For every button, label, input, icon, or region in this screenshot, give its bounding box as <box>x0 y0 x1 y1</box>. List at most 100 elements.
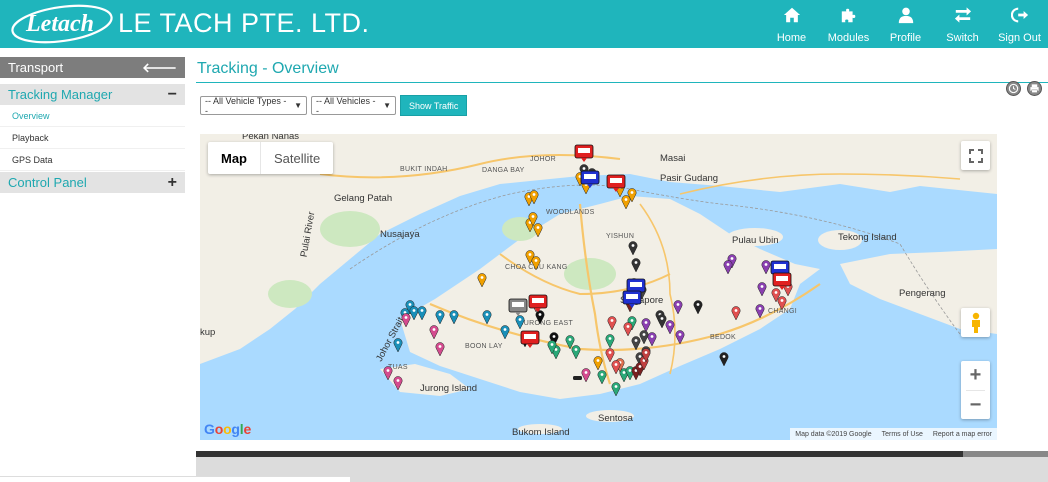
sidebar-section-label: Tracking Manager <box>8 87 113 102</box>
vehicle-pin[interactable] <box>605 348 615 363</box>
truck-icon[interactable] <box>528 294 548 312</box>
truck-icon[interactable] <box>508 298 528 316</box>
vehicle-pin[interactable] <box>611 382 621 397</box>
expand-section-icon[interactable]: + <box>168 174 177 192</box>
vehicle-pin[interactable] <box>673 300 683 315</box>
vehicle-pin[interactable] <box>393 338 403 353</box>
vehicle-select[interactable]: -- All Vehicles -- ▼ <box>311 95 396 116</box>
vehicle-type-select-value: -- All Vehicle Types -- <box>205 95 287 116</box>
vehicle-pin[interactable] <box>755 304 765 319</box>
car-icon[interactable] <box>573 376 582 380</box>
vehicle-pin[interactable] <box>449 310 459 325</box>
sidebar-item-gps-data[interactable]: GPS Data <box>0 149 185 171</box>
nav-sign-out-label: Sign Out <box>998 32 1041 44</box>
print-button[interactable] <box>1027 81 1042 96</box>
vehicle-pin[interactable] <box>383 366 393 381</box>
vehicle-pin[interactable] <box>639 330 649 345</box>
nav-switch[interactable]: Switch <box>934 0 991 48</box>
vehicle-pin[interactable] <box>435 342 445 357</box>
nav-modules[interactable]: Modules <box>820 0 877 48</box>
vehicle-pin[interactable] <box>723 260 733 275</box>
vehicle-pin[interactable] <box>693 300 703 315</box>
vehicle-pin[interactable] <box>581 368 591 383</box>
zoom-in-button[interactable]: + <box>961 361 990 390</box>
vehicle-pin[interactable] <box>761 260 771 275</box>
vehicle-pin[interactable] <box>719 352 729 367</box>
vehicle-pin[interactable] <box>621 195 631 210</box>
vehicle-pin[interactable] <box>435 310 445 325</box>
truck-icon[interactable] <box>574 144 594 162</box>
sidebar-header: Transport 🡐 <box>0 57 185 78</box>
vehicle-pin[interactable] <box>731 306 741 321</box>
nav-home-label: Home <box>776 32 807 44</box>
vehicle-pin[interactable] <box>647 332 657 347</box>
vehicle-pin[interactable] <box>593 356 603 371</box>
company-logo[interactable]: Letach <box>10 2 114 44</box>
vehicle-pin[interactable] <box>533 223 543 238</box>
vehicle-pin[interactable] <box>597 370 607 385</box>
report-map-error-link[interactable]: Report a map error <box>928 431 997 438</box>
vehicle-pin[interactable] <box>535 310 545 325</box>
vehicle-pin[interactable] <box>393 376 403 391</box>
tracking-map[interactable]: Pekan Nanas JOHOR Masai BUKIT INDAH DANG… <box>200 134 997 440</box>
vehicle-pin[interactable] <box>607 316 617 331</box>
vehicle-pin[interactable] <box>757 282 767 297</box>
vehicle-pin[interactable] <box>417 306 427 321</box>
vehicle-pin[interactable] <box>500 325 510 340</box>
sign-out-icon <box>1010 7 1028 23</box>
google-logo[interactable]: Google <box>204 421 251 437</box>
fullscreen-button[interactable] <box>961 141 990 170</box>
map-type-satellite-button[interactable]: Satellite <box>260 142 333 174</box>
google-logo-letter: g <box>231 421 240 437</box>
app-header: Letach LE TACH PTE. LTD. Home Modules Pr… <box>0 0 1048 48</box>
vehicle-pin[interactable] <box>531 256 541 271</box>
vehicle-pin[interactable] <box>515 315 525 330</box>
collapse-section-icon[interactable]: − <box>168 86 177 104</box>
truck-icon[interactable] <box>622 290 642 308</box>
svg-text:Letach: Letach <box>25 11 94 37</box>
history-button[interactable] <box>1006 81 1021 96</box>
map-type-map-button[interactable]: Map <box>208 142 260 174</box>
zoom-out-button[interactable]: − <box>961 391 990 419</box>
vehicle-pin[interactable] <box>429 325 439 340</box>
sidebar-section-control-panel[interactable]: Control Panel + <box>0 172 185 193</box>
nav-profile[interactable]: Profile <box>877 0 934 48</box>
switch-icon <box>954 7 971 23</box>
vehicle-pin[interactable] <box>628 241 638 256</box>
street-view-pegman[interactable] <box>961 308 990 337</box>
nav-profile-label: Profile <box>889 32 922 44</box>
print-icon <box>1030 84 1039 93</box>
show-traffic-button[interactable]: Show Traffic <box>400 95 468 116</box>
nav-home[interactable]: Home <box>763 0 820 48</box>
vehicle-pin[interactable] <box>482 310 492 325</box>
vehicle-pin[interactable] <box>657 314 667 329</box>
sidebar-section-tracking-manager[interactable]: Tracking Manager − <box>0 84 185 105</box>
zoom-control: + − <box>961 361 990 419</box>
vehicle-pin[interactable] <box>777 296 787 311</box>
vehicle-markers-layer <box>383 144 793 397</box>
vehicle-type-select[interactable]: -- All Vehicle Types -- ▼ <box>200 95 307 116</box>
sidebar-item-overview[interactable]: Overview <box>0 105 185 127</box>
vehicle-pin[interactable] <box>641 318 651 333</box>
truck-icon[interactable] <box>520 330 540 348</box>
terms-of-use-link[interactable]: Terms of Use <box>877 431 928 438</box>
vehicle-pin[interactable] <box>605 334 615 349</box>
collapse-sidebar-icon[interactable]: 🡐 <box>142 60 177 76</box>
vehicle-pin[interactable] <box>675 330 685 345</box>
sidebar-title: Transport <box>8 60 64 75</box>
vehicle-pin[interactable] <box>611 360 621 375</box>
nav-sign-out[interactable]: Sign Out <box>991 0 1048 48</box>
vehicle-pin[interactable] <box>623 322 633 337</box>
vehicle-pin[interactable] <box>409 306 419 321</box>
title-divider <box>196 82 1048 83</box>
vehicle-pin[interactable] <box>631 258 641 273</box>
user-icon <box>898 7 913 24</box>
vehicle-pin[interactable] <box>665 320 675 335</box>
vehicle-select-value: -- All Vehicles -- <box>316 95 376 116</box>
vehicle-pin[interactable] <box>631 336 641 351</box>
clock-icon <box>1008 83 1019 94</box>
sidebar-item-playback[interactable]: Playback <box>0 127 185 149</box>
vehicle-pin[interactable] <box>477 273 487 288</box>
vehicle-pin[interactable] <box>571 345 581 360</box>
vehicle-pin[interactable] <box>401 313 411 328</box>
